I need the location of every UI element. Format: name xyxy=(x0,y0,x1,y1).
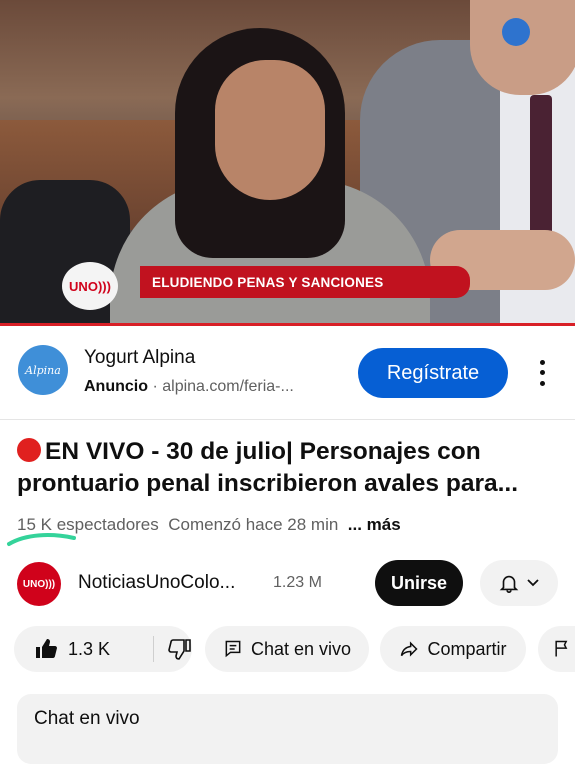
lower-third-caption: ELUDIENDO PENAS Y SANCIONES xyxy=(140,266,470,298)
highlight-scribble xyxy=(7,533,76,546)
live-chat-panel[interactable]: Chat en vivo xyxy=(17,694,558,764)
live-chat-button[interactable]: Chat en vivo xyxy=(205,626,369,672)
channel-bug-text: UNO xyxy=(69,278,98,294)
like-dislike-group: 1.3 K xyxy=(14,626,192,672)
bell-icon xyxy=(499,575,519,593)
ad-cta-button[interactable]: Regístrate xyxy=(358,348,508,398)
live-chat-header: Chat en vivo xyxy=(34,708,140,729)
video-scene-face xyxy=(215,60,325,200)
like-count: 1.3 K xyxy=(68,638,111,659)
video-title[interactable]: EN VIVO - 30 de julio| Personajes con pr… xyxy=(17,436,562,500)
channel-avatar-text: UNO xyxy=(22,578,46,590)
subscriber-count: 1.23 M xyxy=(273,574,322,591)
ad-separator: · xyxy=(152,378,158,395)
kebab-icon[interactable] xyxy=(530,357,554,389)
video-player[interactable]: UNO))) ELUDIENDO PENAS Y SANCIONES xyxy=(0,0,575,326)
channel-bug-logo: UNO))) xyxy=(62,262,118,310)
channel-row: UNO))) NoticiasUnoColo... 1.23 M Unirse xyxy=(0,558,575,610)
broadcast-watermark-icon xyxy=(502,18,530,46)
video-title-text: EN VIVO - 30 de julio| Personajes con pr… xyxy=(17,438,519,497)
report-button[interactable] xyxy=(538,626,575,672)
ad-brand-logo: Alpina xyxy=(18,345,68,395)
channel-avatar[interactable]: UNO))) xyxy=(17,562,61,606)
channel-name[interactable]: NoticiasUnoColo... xyxy=(78,572,235,594)
chevron-down-icon xyxy=(527,579,539,587)
video-scene-man-head xyxy=(470,0,575,95)
chat-icon xyxy=(225,640,241,658)
ad-url[interactable]: alpina.com/feria-... xyxy=(162,378,294,395)
action-bar: 1.3 K Chat en vivo Compartir xyxy=(0,626,575,672)
like-button[interactable]: 1.3 K xyxy=(14,637,153,661)
live-dot-icon xyxy=(17,438,41,462)
ad-title[interactable]: Yogurt Alpina xyxy=(84,347,195,369)
ad-label: Anuncio xyxy=(84,378,148,395)
ad-brand-logo-text: Alpina xyxy=(25,363,61,377)
share-icon xyxy=(401,641,419,657)
notifications-button[interactable] xyxy=(480,560,558,606)
live-chat-label: Chat en vivo xyxy=(250,638,352,659)
started-time: Comenzó hace 28 min xyxy=(168,515,339,534)
share-button[interactable]: Compartir xyxy=(380,626,526,672)
dislike-icon xyxy=(168,639,191,660)
dislike-button[interactable] xyxy=(154,637,192,661)
more-link[interactable]: ... más xyxy=(348,515,401,534)
join-button[interactable]: Unirse xyxy=(375,560,463,606)
ad-subline: Anuncio · alpina.com/feria-... xyxy=(84,378,294,396)
ad-banner[interactable]: Alpina Yogurt Alpina Anuncio · alpina.co… xyxy=(0,327,575,420)
video-progress-bar[interactable] xyxy=(0,323,575,326)
flag-icon xyxy=(555,640,568,657)
like-icon xyxy=(36,639,57,658)
share-label: Compartir xyxy=(427,638,507,659)
